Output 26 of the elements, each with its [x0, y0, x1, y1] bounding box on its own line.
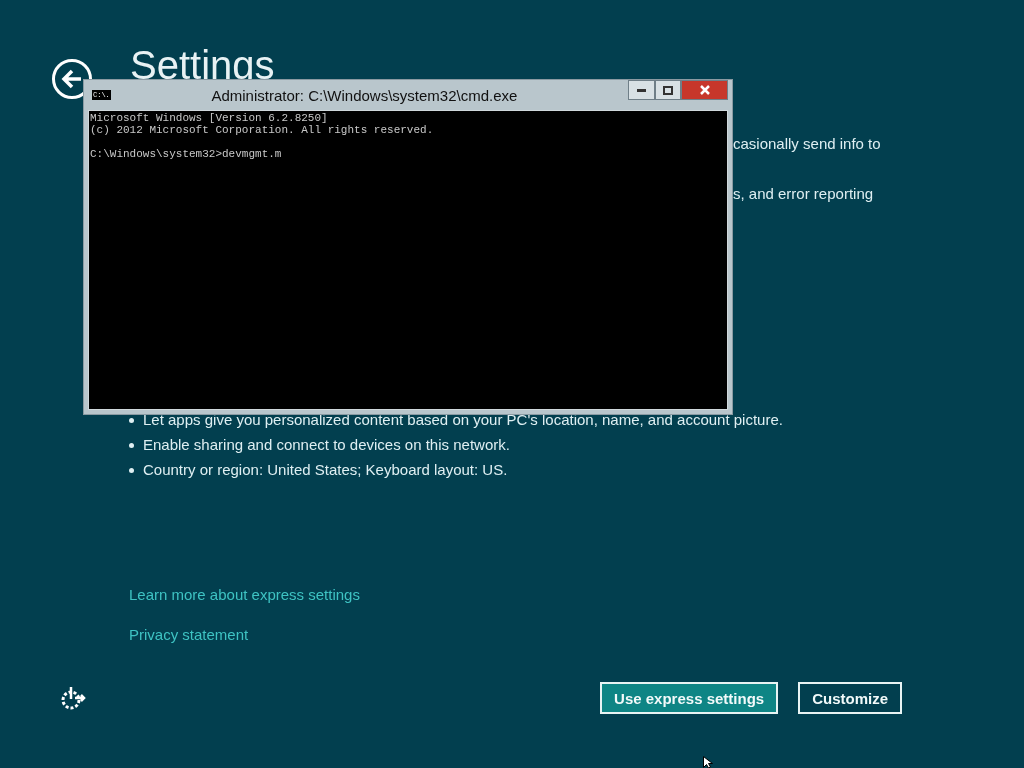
bullet-icon	[129, 468, 134, 473]
page-title: Settings	[130, 45, 275, 85]
close-button[interactable]	[681, 80, 728, 100]
maximize-button[interactable]	[655, 80, 681, 100]
close-icon	[699, 85, 710, 95]
bullet-icon	[129, 443, 134, 448]
window-title: Administrator: C:\Windows\system32\cmd.exe	[210, 86, 519, 104]
accessibility-icon[interactable]	[60, 685, 86, 711]
back-arrow-icon	[61, 69, 83, 89]
bullet-text: Enable sharing and connect to devices on this network.	[143, 435, 510, 454]
description-text: casionally send info to	[733, 134, 882, 153]
maximize-icon	[663, 85, 673, 95]
express-settings-button[interactable]: Use express settings	[600, 682, 779, 714]
bullet-text: Let apps give you personalized content based on your PC's location, name, and account picture.	[143, 410, 783, 429]
text-link[interactable]: Privacy statement	[129, 625, 249, 644]
minimize-button[interactable]	[628, 80, 655, 100]
text-link[interactable]: Learn more about express settings	[129, 585, 360, 604]
description-text: s, and error reporting	[733, 184, 875, 203]
console-line: C:\Windows\system32>devmgmt.m	[90, 148, 283, 160]
minimize-icon	[637, 88, 646, 92]
customize-button[interactable]: Customize	[798, 682, 902, 714]
console-line: (c) 2012 Microsoft Corporation. All rights reserved.	[90, 124, 435, 136]
bullet-icon	[129, 418, 134, 423]
bullet-text: Country or region: United States; Keyboard layout: US.	[143, 460, 508, 479]
mouse-pointer-icon	[703, 756, 715, 768]
console-line: Microsoft Windows [Version 6.2.8250]	[90, 112, 329, 124]
